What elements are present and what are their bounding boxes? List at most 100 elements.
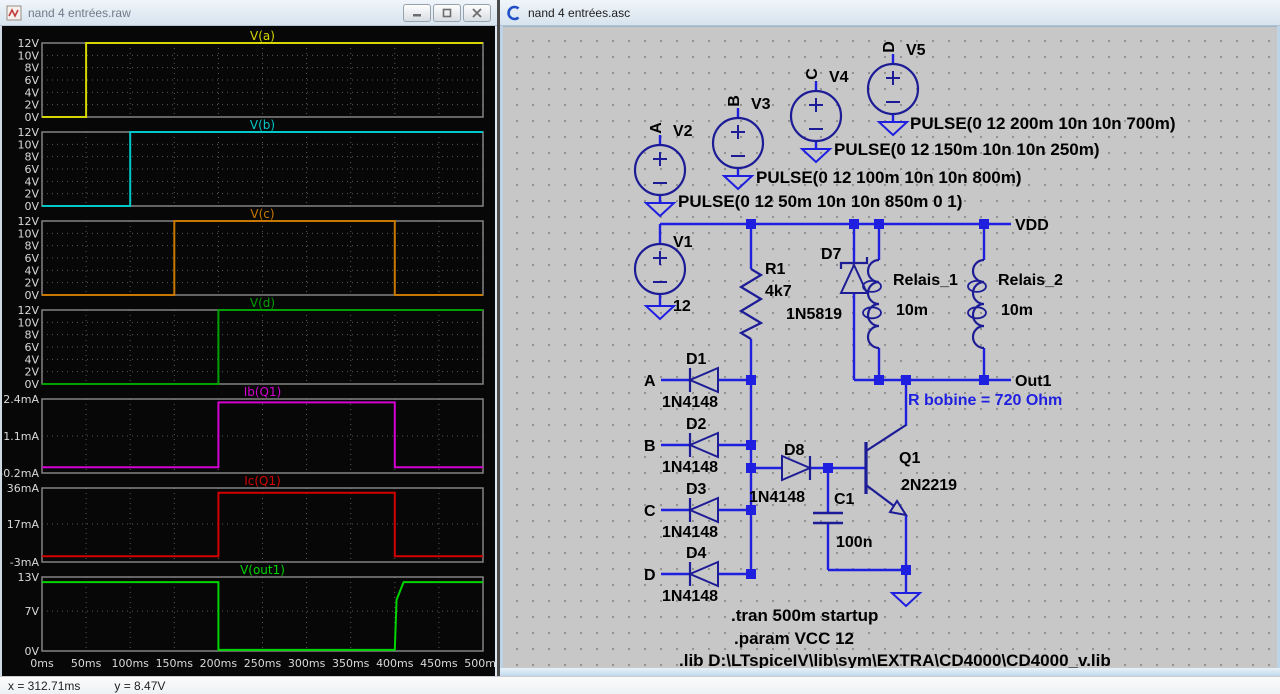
schematic-text[interactable]: R1 bbox=[765, 261, 786, 278]
schematic-text[interactable]: PULSE(0 12 200m 10n 10n 700m) bbox=[910, 114, 1176, 133]
schematic-text[interactable]: 1N4148 bbox=[662, 588, 718, 605]
schematic-text[interactable]: D4 bbox=[686, 545, 707, 562]
schematic-text[interactable]: V5 bbox=[906, 42, 926, 59]
schematic-text[interactable]: .tran 500m startup bbox=[731, 606, 878, 625]
schematic-text[interactable]: 1N5819 bbox=[786, 306, 842, 323]
junction bbox=[849, 219, 859, 229]
minimize-button[interactable] bbox=[403, 3, 431, 22]
status-bar: x = 312.71ms y = 8.47V bbox=[0, 676, 1280, 694]
ground-symbol[interactable] bbox=[876, 121, 910, 137]
schematic-text[interactable]: A bbox=[648, 122, 665, 134]
resistor-R1[interactable] bbox=[738, 268, 764, 340]
transistor-Q1[interactable] bbox=[864, 424, 909, 517]
x-axis-tick: 0ms bbox=[30, 657, 54, 670]
voltage-source-V3[interactable] bbox=[711, 116, 765, 170]
diode[interactable] bbox=[687, 431, 719, 459]
ground-symbol[interactable] bbox=[643, 202, 677, 218]
voltage-source-V4[interactable] bbox=[789, 89, 843, 143]
y-axis-tick: 2V bbox=[24, 99, 39, 112]
schematic-text[interactable]: 1N4148 bbox=[662, 394, 718, 411]
schematic-text[interactable]: C bbox=[644, 503, 656, 520]
y-axis-tick: 2V bbox=[24, 366, 39, 379]
ground-symbol[interactable] bbox=[889, 592, 923, 608]
y-axis-tick: -3mA bbox=[10, 556, 40, 569]
ground-symbol[interactable] bbox=[721, 175, 755, 191]
y-axis-tick: 0V bbox=[24, 289, 39, 302]
schematic-text[interactable]: 4k7 bbox=[765, 283, 792, 300]
schematic-text[interactable]: D1 bbox=[686, 351, 707, 368]
y-axis-tick: 8V bbox=[24, 62, 39, 75]
trace-label[interactable]: V(out1) bbox=[240, 563, 285, 577]
schematic-text[interactable]: D7 bbox=[821, 246, 842, 263]
diode[interactable] bbox=[687, 560, 719, 588]
schematic-text[interactable]: D3 bbox=[686, 481, 707, 498]
schematic-text[interactable]: D bbox=[644, 567, 656, 584]
diode[interactable] bbox=[687, 366, 719, 394]
schematic-text[interactable]: Out1 bbox=[1015, 373, 1052, 390]
schematic-text[interactable]: PULSE(0 12 150m 10n 10n 250m) bbox=[834, 140, 1100, 159]
restore-button[interactable] bbox=[433, 3, 461, 22]
y-axis-tick: 4V bbox=[24, 86, 39, 99]
trace-label[interactable]: Ic(Q1) bbox=[244, 474, 281, 488]
schematic-text[interactable]: Relais_1 bbox=[893, 272, 958, 289]
schematic-text[interactable]: 1N4148 bbox=[662, 524, 718, 541]
schematic-text[interactable]: B bbox=[726, 95, 743, 107]
schematic-text[interactable]: PULSE(0 12 50m 10n 10n 850m 0 1) bbox=[678, 192, 962, 211]
schematic-titlebar[interactable]: nand 4 entrées.asc bbox=[500, 0, 1280, 26]
schematic-text[interactable]: D bbox=[881, 41, 898, 53]
trace-label[interactable]: V(a) bbox=[250, 29, 275, 43]
schematic-text[interactable]: V4 bbox=[829, 69, 849, 86]
schematic-text[interactable]: D8 bbox=[784, 442, 805, 459]
schematic-text[interactable]: Q1 bbox=[899, 450, 920, 467]
schematic-text[interactable]: C1 bbox=[834, 491, 855, 508]
voltage-source-V1[interactable] bbox=[633, 242, 687, 296]
waveform-plot-area[interactable]: V(a) 12V 10V 8V 6V 4V 2V 0V V(b) 12V 10V 8V 6V 4V 2V 0V… bbox=[0, 26, 497, 676]
schematic-text[interactable]: 1N4148 bbox=[662, 459, 718, 476]
diode[interactable] bbox=[687, 496, 719, 524]
trace-label[interactable]: V(d) bbox=[250, 296, 275, 310]
schematic-text[interactable]: V3 bbox=[751, 96, 771, 113]
cursor-y-readout: y = 8.47V bbox=[114, 678, 166, 693]
schematic-text[interactable]: V1 bbox=[673, 234, 693, 251]
schematic-text[interactable]: V2 bbox=[673, 123, 693, 140]
diode[interactable] bbox=[781, 454, 813, 482]
window-title: nand 4 entrées.raw bbox=[28, 5, 131, 20]
schematic-text[interactable]: VDD bbox=[1015, 217, 1049, 234]
schematic-text[interactable]: .lib D:\LTspiceIV\lib\sym\EXTRA\CD4000\C… bbox=[679, 651, 1111, 668]
close-button[interactable] bbox=[463, 3, 491, 22]
cursor-x-readout: x = 312.71ms bbox=[8, 678, 81, 693]
schematic-text[interactable]: 2N2219 bbox=[901, 477, 957, 494]
schematic-text[interactable]: R bobine = 720 Ohm bbox=[908, 392, 1062, 409]
x-axis-tick: 250ms bbox=[244, 657, 282, 670]
schematic-text[interactable]: 100n bbox=[836, 534, 872, 551]
voltage-source-V2[interactable] bbox=[633, 143, 687, 197]
schematic-text[interactable]: 1N4148 bbox=[749, 489, 805, 506]
inductor-Relais_2[interactable] bbox=[967, 258, 987, 350]
schematic-text[interactable]: 10m bbox=[1001, 302, 1033, 319]
ground-symbol[interactable] bbox=[643, 305, 677, 321]
schematic-text[interactable]: A bbox=[644, 373, 656, 390]
schematic-text[interactable]: C bbox=[804, 68, 821, 80]
schematic-text[interactable]: 12 bbox=[673, 298, 691, 315]
schematic-text[interactable]: PULSE(0 12 100m 10n 10n 800m) bbox=[756, 168, 1022, 187]
junction bbox=[746, 219, 756, 229]
schematic-text[interactable]: B bbox=[644, 438, 656, 455]
y-axis-tick: 10V bbox=[17, 227, 39, 240]
schematic-text[interactable]: D2 bbox=[686, 416, 707, 433]
trace-label[interactable]: V(c) bbox=[250, 207, 274, 221]
schematic-text[interactable]: .param VCC 12 bbox=[734, 629, 854, 648]
waveform-titlebar[interactable]: nand 4 entrées.raw bbox=[0, 0, 497, 26]
voltage-source-V5[interactable] bbox=[866, 62, 920, 116]
y-axis-tick: 12V bbox=[17, 215, 39, 228]
x-axis-tick: 400ms bbox=[376, 657, 414, 670]
capacitor-C1[interactable] bbox=[813, 511, 843, 525]
y-axis-tick: 10V bbox=[17, 316, 39, 329]
x-axis-tick: 450ms bbox=[420, 657, 458, 670]
trace-label[interactable]: V(b) bbox=[250, 118, 275, 132]
inductor-Relais_1[interactable] bbox=[862, 258, 882, 350]
trace-label[interactable]: Ib(Q1) bbox=[244, 385, 282, 399]
ground-symbol[interactable] bbox=[799, 148, 833, 164]
schematic-text[interactable]: Relais_2 bbox=[998, 272, 1063, 289]
schematic-text[interactable]: 10m bbox=[896, 302, 928, 319]
schematic-canvas[interactable]: A B C D V2 V3 V4 V5 PULSE(0 12 50m 10n 10n 850m … bbox=[503, 26, 1277, 668]
